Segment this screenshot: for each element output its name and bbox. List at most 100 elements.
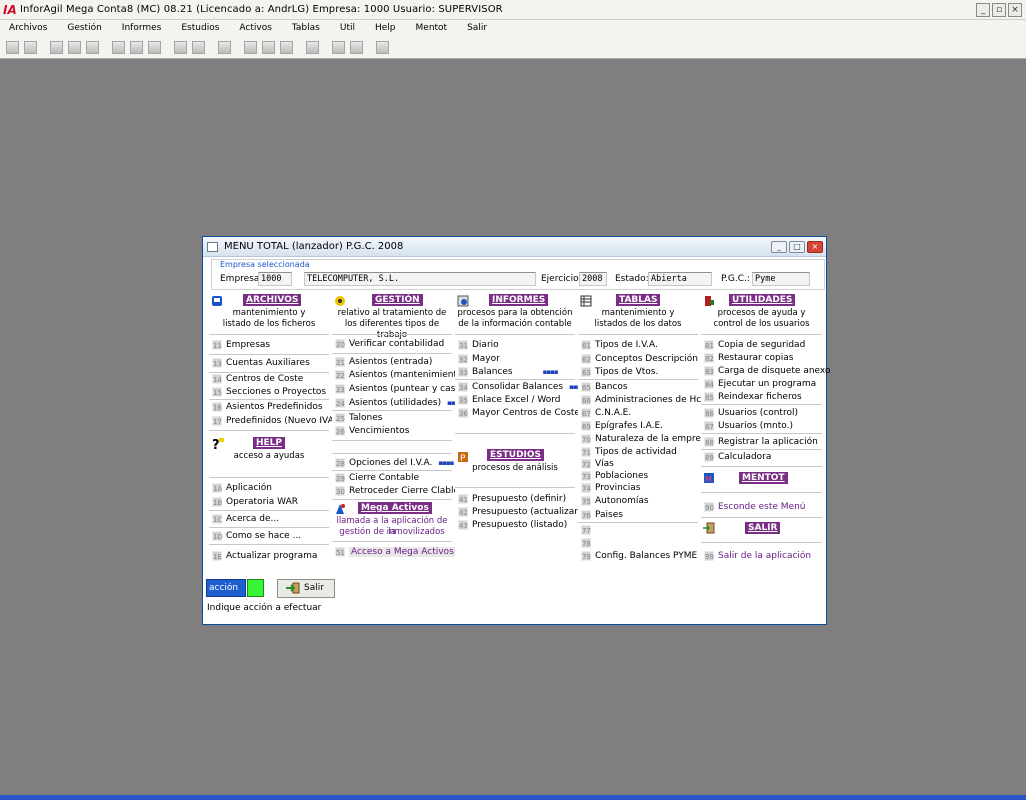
toolbar-button-icon[interactable] xyxy=(192,40,205,54)
menu-option[interactable]: 13 Cuentas Auxiliares xyxy=(212,357,310,369)
menu-option[interactable]: 32 Mayor xyxy=(458,353,500,365)
tablas-title[interactable]: TABLAS xyxy=(616,294,661,306)
menu-option[interactable]: 30 Retroceder Cierre Clable. xyxy=(335,485,462,497)
menu-option[interactable]: 79 Config. Balances PYME xyxy=(581,550,697,562)
estudios-title[interactable]: ESTUDIOS xyxy=(487,449,545,461)
toolbar-button-icon[interactable] xyxy=(376,40,389,54)
mentot-title[interactable]: MENTOT xyxy=(739,472,788,484)
menu-option[interactable]: 43 Presupuesto (listado) xyxy=(458,519,567,531)
menu-option[interactable]: 51 Acceso a Mega Activos xyxy=(335,546,456,558)
menu-option[interactable]: 81 Copia de seguridad xyxy=(704,339,805,351)
help-title[interactable]: HELP xyxy=(253,437,286,449)
toolbar-button-icon[interactable] xyxy=(112,40,125,54)
dialog-minimize-button[interactable]: _ xyxy=(771,241,787,253)
menu-salir[interactable]: Salir xyxy=(458,23,498,33)
restore-button[interactable]: ▫ xyxy=(992,3,1006,17)
menu-option[interactable]: 20 Verificar contabilidad xyxy=(335,338,444,350)
menu-option[interactable]: 65 Bancos xyxy=(581,381,628,393)
menu-option[interactable]: 1D Como se hace ... xyxy=(212,530,301,542)
menu-option[interactable]: 29 Cierre Contable xyxy=(335,472,419,484)
menu-informes[interactable]: Informes xyxy=(113,23,173,33)
menu-activos[interactable]: Activos xyxy=(230,23,283,33)
menu-option[interactable]: 1C Acerca de... xyxy=(212,513,279,525)
toolbar-button-icon[interactable] xyxy=(130,40,143,54)
accion-field[interactable]: acción xyxy=(206,579,246,597)
menu-option[interactable]: 17 Predefinidos (Nuevo IVA) xyxy=(212,415,337,427)
menu-option[interactable]: 34 Consolidar Balances ▪▪▪▪ xyxy=(458,381,585,393)
menu-option[interactable]: 1A Aplicación xyxy=(212,482,272,494)
informes-title[interactable]: INFORMES xyxy=(489,294,549,306)
toolbar-button-icon[interactable] xyxy=(86,40,99,54)
menu-mentot[interactable]: Mentot xyxy=(407,23,459,33)
salir-title[interactable]: SALIR xyxy=(745,522,781,534)
menu-option[interactable]: 88 Registrar la aplicación xyxy=(704,436,818,448)
toolbar-button-icon[interactable] xyxy=(350,40,363,54)
menu-option[interactable]: 21 Asientos (entrada) xyxy=(335,356,432,368)
menu-option[interactable]: 23 Asientos (puntear y casar) xyxy=(335,383,468,395)
toolbar-button-icon[interactable] xyxy=(218,40,231,54)
toolbar-button-icon[interactable] xyxy=(306,40,319,54)
menu-option[interactable]: 84 Ejecutar un programa xyxy=(704,378,816,390)
menu-option[interactable]: 87 Usuarios (mnto.) xyxy=(704,420,793,432)
menu-help[interactable]: Help xyxy=(366,23,407,33)
empresa-code-field[interactable]: 1000 xyxy=(258,272,292,286)
toolbar-button-icon[interactable] xyxy=(6,40,19,54)
ejercicio-field[interactable]: 2008 xyxy=(579,272,607,286)
menu-option[interactable]: 15 Secciones o Proyectos xyxy=(212,386,326,398)
menu-option[interactable]: 78 xyxy=(581,537,595,549)
menu-option[interactable]: 41 Presupuesto (definir) xyxy=(458,493,566,505)
menu-option[interactable]: 25 Talones xyxy=(335,412,382,424)
menu-option[interactable]: 67 C.N.A.E. xyxy=(581,407,631,419)
accion-input[interactable] xyxy=(247,579,264,597)
menu-option[interactable]: 36 Mayor Centros de Coste xyxy=(458,407,580,419)
menu-option[interactable]: 74 Provincias xyxy=(581,482,640,494)
menu-option[interactable]: 42 Presupuesto (actualizar) xyxy=(458,506,581,518)
menu-option[interactable]: 75 Autonomías xyxy=(581,495,649,507)
menu-option[interactable]: 24Asientos (utilidades)▪▪▪▪ xyxy=(335,397,463,409)
menu-option[interactable]: 62 Conceptos Descripción xyxy=(581,353,698,365)
menu-option[interactable]: 69 Epígrafes I.A.E. xyxy=(581,420,663,432)
pgc-field[interactable]: Pyme xyxy=(752,272,810,286)
empresa-name-field[interactable]: TELECOMPUTER, S.L. xyxy=(304,272,536,286)
menu-tablas[interactable]: Tablas xyxy=(283,23,331,33)
estado-field[interactable]: Abierta xyxy=(648,272,712,286)
toolbar-button-icon[interactable] xyxy=(244,40,257,54)
menu-archivos[interactable]: Archivos xyxy=(0,23,58,33)
toolbar-button-icon[interactable] xyxy=(24,40,37,54)
menu-estudios[interactable]: Estudios xyxy=(172,23,230,33)
menu-option[interactable]: 89 Calculadora xyxy=(704,451,771,463)
menu-option[interactable]: 63 Tipos de Vtos. xyxy=(581,366,658,378)
menu-util[interactable]: Util xyxy=(331,23,366,33)
toolbar-button-icon[interactable] xyxy=(332,40,345,54)
menu-option[interactable]: 11 Empresas xyxy=(212,339,270,351)
menu-option[interactable]: 99 Salir de la aplicación xyxy=(704,550,811,562)
menu-option[interactable]: 1E Actualizar programa xyxy=(212,550,317,562)
mega-activos-title[interactable]: Mega Activos xyxy=(358,502,432,514)
menu-option[interactable]: 73 Poblaciones xyxy=(581,470,648,482)
menu-option[interactable]: 76 Paises xyxy=(581,509,623,521)
menu-option[interactable]: 90 Esconde este Menú xyxy=(704,501,806,513)
toolbar-button-icon[interactable] xyxy=(50,40,63,54)
menu-option[interactable]: 83 Carga de disquete anexo xyxy=(704,365,830,377)
salir-button[interactable]: Salir xyxy=(277,579,335,598)
gestion-title[interactable]: GESTIÓN xyxy=(372,294,423,306)
utilidades-title[interactable]: UTILIDADES xyxy=(729,294,796,306)
menu-option[interactable]: 71 Tipos de actividad xyxy=(581,446,677,458)
toolbar-button-icon[interactable] xyxy=(262,40,275,54)
dialog-close-button[interactable]: × xyxy=(807,241,823,253)
menu-option[interactable]: 1B Operatoria WAR xyxy=(212,496,298,508)
menu-option[interactable]: 77 xyxy=(581,524,595,536)
menu-option[interactable]: 70 Naturaleza de la empresa xyxy=(581,433,711,445)
menu-option[interactable]: 82 Restaurar copias xyxy=(704,352,793,364)
toolbar-button-icon[interactable] xyxy=(280,40,293,54)
minimize-button[interactable]: _ xyxy=(976,3,990,17)
menu-gestion[interactable]: Gestión xyxy=(58,23,112,33)
menu-option[interactable]: 22 Asientos (mantenimiento) xyxy=(335,369,466,381)
menu-option[interactable]: 26 Vencimientos xyxy=(335,425,409,437)
toolbar-button-icon[interactable] xyxy=(68,40,81,54)
menu-option[interactable]: 86 Usuarios (control) xyxy=(704,407,798,419)
menu-option[interactable]: 16 Asientos Predefinidos xyxy=(212,401,323,413)
close-button[interactable]: × xyxy=(1008,3,1022,17)
toolbar-button-icon[interactable] xyxy=(174,40,187,54)
menu-option[interactable]: 35 Enlace Excel / Word xyxy=(458,394,560,406)
